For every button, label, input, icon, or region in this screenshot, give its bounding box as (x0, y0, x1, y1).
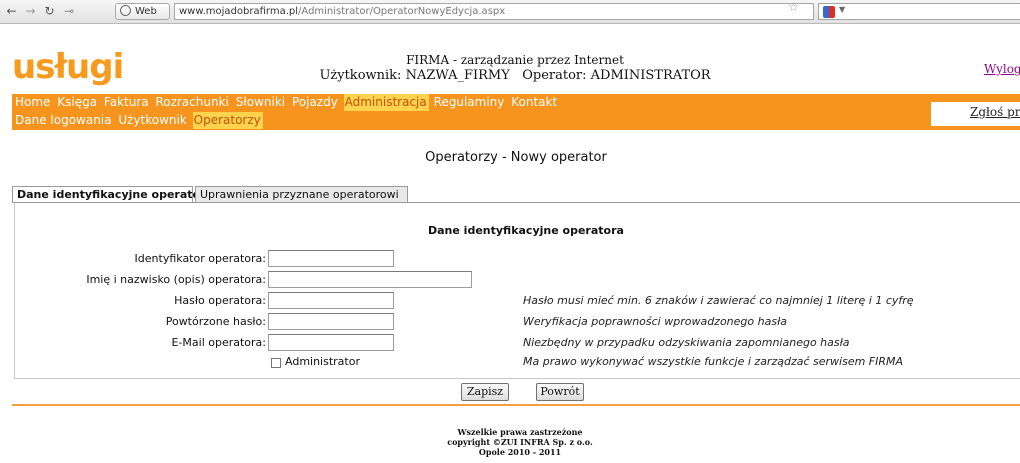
app-title: FIRMA - zarządzanie przez Internet (406, 53, 624, 67)
menu-item-administracja[interactable]: Administracja (343, 94, 429, 111)
url-path: /Administrator/OperatorNowyEdycja.aspx (298, 6, 506, 17)
forward-arrow-icon[interactable]: → (22, 3, 39, 20)
url-domain: www.mojadobrafirma.pl (179, 6, 299, 17)
operator-label: Operator: ADMINISTRATOR (522, 68, 711, 83)
site-identity-button[interactable]: Web (115, 3, 170, 20)
save-button[interactable]: Zapisz (461, 383, 509, 401)
footer-divider (12, 404, 1020, 406)
submenu-item-uzytkownik[interactable]: Użytkownik (117, 112, 188, 129)
browser-toolbar: ← → ↻ ⊸ Web www.mojadobrafirma.pl/Admini… (0, 0, 1020, 24)
submenu-item-dane-logowania[interactable]: Dane logowania (14, 112, 114, 129)
tab-identification[interactable]: Dane identyfikacyjne operatora (12, 186, 213, 203)
footer-location: Opole 2010 - 2011 (478, 447, 562, 457)
password-repeat-hint: Weryfikacja poprawności wprowadzonego ha… (523, 315, 787, 328)
menu-item-slowniki[interactable]: Słowniki (235, 94, 287, 111)
operator-name-label: Imię i nazwisko (opis) operatora: (86, 273, 266, 286)
google-icon (823, 6, 835, 18)
main-menu: Home Księga Faktura Rozrachunki Słowniki… (12, 94, 1020, 130)
password-hint: Hasło musi mieć min. 6 znaków i zawierać… (523, 294, 914, 307)
search-engine-box[interactable]: ▼ (818, 3, 1020, 20)
password-input[interactable] (268, 292, 394, 309)
key-icon: ⊸ (63, 4, 75, 18)
menu-item-pojazdy[interactable]: Pojazdy (291, 94, 340, 111)
form-section-title: Dane identyfikacyjne operatora (428, 224, 624, 237)
password-repeat-input[interactable] (268, 313, 394, 330)
email-hint: Niezbędny w przypadku odzyskiwania zapom… (523, 336, 850, 349)
menu-row-sub: Dane logowania Użytkownik Operatorzy (14, 112, 263, 129)
globe-icon (120, 5, 131, 16)
email-input[interactable] (268, 334, 394, 351)
administrator-hint: Ma prawo wykonywać wszystkie funkcje i z… (523, 355, 904, 368)
operator-name-input[interactable] (268, 271, 472, 288)
reload-icon[interactable]: ↻ (41, 3, 58, 20)
administrator-checkbox-label: Administrator (285, 355, 360, 368)
page-title: Operatorzy - Nowy operator (425, 150, 607, 165)
menu-item-regulaminy[interactable]: Regulaminy (433, 94, 507, 111)
logo: usługi (12, 47, 124, 87)
bookmark-star-icon[interactable]: ☆ (788, 0, 799, 14)
operator-id-input[interactable] (268, 250, 394, 267)
menu-item-kontakt[interactable]: Kontakt (510, 94, 559, 111)
email-label: E-Mail operatora: (171, 336, 266, 349)
logout-link[interactable]: Wylog (984, 62, 1020, 76)
user-operator-line: Użytkownik: NAZWA_FIRMY Operator: ADMINI… (300, 68, 730, 83)
menu-item-ksiega[interactable]: Księga (56, 94, 99, 111)
administrator-checkbox[interactable] (271, 358, 281, 368)
password-repeat-label: Powtórzone hasło: (165, 315, 266, 328)
password-label: Hasło operatora: (174, 294, 266, 307)
menu-row-main: Home Księga Faktura Rozrachunki Słowniki… (14, 94, 559, 111)
operator-id-label: Identyfikator operatora: (134, 252, 266, 265)
report-problem-link[interactable]: Zgłoś proble (930, 102, 1020, 126)
user-label: Użytkownik: NAZWA_FIRMY (319, 68, 510, 83)
header-info: FIRMA - zarządzanie przez Internet Użytk… (300, 53, 730, 83)
footer-copyright: copyright ©ZUI INFRA Sp. z o.o. (447, 437, 593, 447)
submenu-item-operatorzy[interactable]: Operatorzy (192, 112, 263, 129)
back-arrow-icon[interactable]: ← (3, 3, 20, 20)
footer-rights: Wszelkie prawa zastrzeżone (457, 427, 583, 437)
menu-item-rozrachunki[interactable]: Rozrachunki (154, 94, 230, 111)
footer: Wszelkie prawa zastrzeżone copyright ©ZU… (400, 427, 640, 457)
site-identity-label: Web (135, 6, 157, 17)
back-button[interactable]: Powrót (536, 383, 584, 401)
address-bar[interactable]: www.mojadobrafirma.pl/Administrator/Oper… (174, 3, 814, 20)
tab-permissions[interactable]: Uprawnienia przyznane operatorowi (195, 186, 408, 203)
menu-item-home[interactable]: Home (14, 94, 52, 111)
menu-item-faktura[interactable]: Faktura (103, 94, 151, 111)
chevron-down-icon: ▼ (839, 5, 846, 14)
